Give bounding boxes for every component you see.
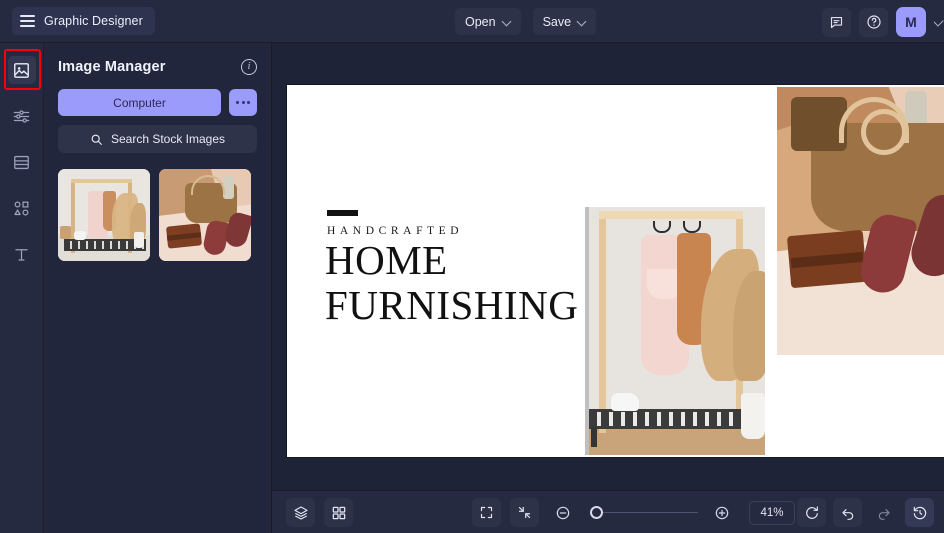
account-chevron-down-icon[interactable]: [934, 12, 944, 32]
top-center-actions: Open Save: [455, 8, 597, 35]
thumbnail-clothing-rack[interactable]: [58, 169, 150, 261]
source-buttons-row: Computer: [58, 89, 257, 116]
sidebar-item-layouts[interactable]: [8, 148, 36, 176]
undo-button[interactable]: [833, 498, 862, 527]
image-manager-panel: Image Manager i Computer Search Stock Im…: [44, 43, 272, 533]
artboard[interactable]: HANDCRAFTED HOME FURNISHING: [287, 85, 944, 457]
open-menu-button[interactable]: Open: [455, 8, 521, 35]
shapes-icon: [14, 201, 29, 215]
layout-icon: [14, 155, 29, 169]
search-stock-images-button[interactable]: Search Stock Images: [58, 125, 257, 153]
text-icon: [15, 248, 28, 261]
reset-button[interactable]: [797, 498, 826, 527]
reset-icon: [805, 505, 818, 519]
history-icon: [913, 506, 926, 519]
dot-icon: [247, 101, 250, 104]
save-label: Save: [542, 14, 572, 29]
layers-button[interactable]: [286, 498, 315, 527]
zoom-controls: 41%: [472, 498, 795, 527]
redo-button[interactable]: [869, 498, 898, 527]
canvas-area[interactable]: HANDCRAFTED HOME FURNISHING: [272, 43, 944, 490]
zoom-slider-track: [592, 511, 698, 514]
tool-rail: [0, 43, 44, 533]
design-headline-text[interactable]: HOME FURNISHING: [325, 238, 578, 328]
comment-button[interactable]: [822, 7, 851, 37]
zoom-slider[interactable]: [586, 503, 698, 523]
design-kicker-text[interactable]: HANDCRAFTED: [327, 225, 463, 237]
zoom-in-icon: [715, 506, 728, 519]
info-icon[interactable]: i: [241, 59, 257, 75]
chevron-down-icon: [578, 18, 586, 26]
help-button[interactable]: [859, 7, 888, 37]
design-image-basket-accessories[interactable]: [777, 87, 944, 355]
design-accent-dash: [327, 210, 358, 216]
zoom-out-button[interactable]: [548, 498, 577, 527]
comment-icon: [830, 16, 843, 28]
collapse-icon: [518, 506, 531, 519]
dot-icon: [241, 101, 245, 104]
bottom-toolbar: 41%: [272, 490, 944, 533]
top-right-actions: M: [822, 7, 944, 37]
panel-header: Image Manager i: [58, 59, 257, 75]
collapse-view-button[interactable]: [510, 498, 539, 527]
zoom-out-icon: [556, 506, 569, 519]
history-button[interactable]: [905, 498, 934, 527]
design-image-clothing-rack[interactable]: [585, 207, 765, 455]
redo-icon: [878, 508, 890, 520]
save-menu-button[interactable]: Save: [532, 8, 597, 35]
sliders-icon: [13, 109, 30, 123]
fit-screen-icon: [480, 506, 493, 519]
page-title: Image Manager: [58, 59, 166, 75]
thumbnail-grid: [58, 169, 257, 261]
undo-icon: [841, 508, 853, 520]
grid-view-button[interactable]: [324, 498, 353, 527]
zoom-slider-handle[interactable]: [590, 505, 603, 519]
layers-icon: [293, 505, 308, 520]
avatar-initial: M: [905, 14, 917, 30]
fit-to-screen-button[interactable]: [472, 498, 501, 527]
sidebar-item-shapes[interactable]: [8, 194, 36, 222]
zoom-in-button[interactable]: [707, 498, 736, 527]
history-controls: [797, 498, 934, 527]
sidebar-item-text[interactable]: [8, 240, 36, 268]
open-label: Open: [465, 14, 496, 29]
grid-icon: [332, 506, 345, 519]
sidebar-item-adjustments[interactable]: [8, 102, 36, 130]
more-sources-button[interactable]: [229, 89, 257, 116]
dot-icon: [236, 101, 239, 104]
hamburger-icon[interactable]: [20, 15, 35, 27]
thumbnail-basket-shoes[interactable]: [159, 169, 251, 261]
app-menu-button[interactable]: Graphic Designer: [12, 7, 155, 35]
computer-label: Computer: [113, 95, 166, 110]
help-icon: [866, 15, 881, 29]
sidebar-item-images[interactable]: [7, 56, 36, 84]
app-window: Graphic Designer Open Save M Image Manag…: [0, 0, 944, 533]
chevron-down-icon: [503, 18, 511, 26]
search-stock-label: Search Stock Images: [110, 132, 226, 146]
search-icon: [91, 134, 102, 145]
bottom-left-group: [286, 498, 353, 527]
computer-upload-button[interactable]: Computer: [58, 89, 221, 116]
zoom-level-display[interactable]: 41%: [749, 500, 795, 525]
top-bar: Graphic Designer Open Save M: [0, 0, 944, 43]
image-icon: [14, 62, 29, 78]
app-title: Graphic Designer: [44, 14, 143, 28]
avatar[interactable]: M: [896, 7, 926, 37]
